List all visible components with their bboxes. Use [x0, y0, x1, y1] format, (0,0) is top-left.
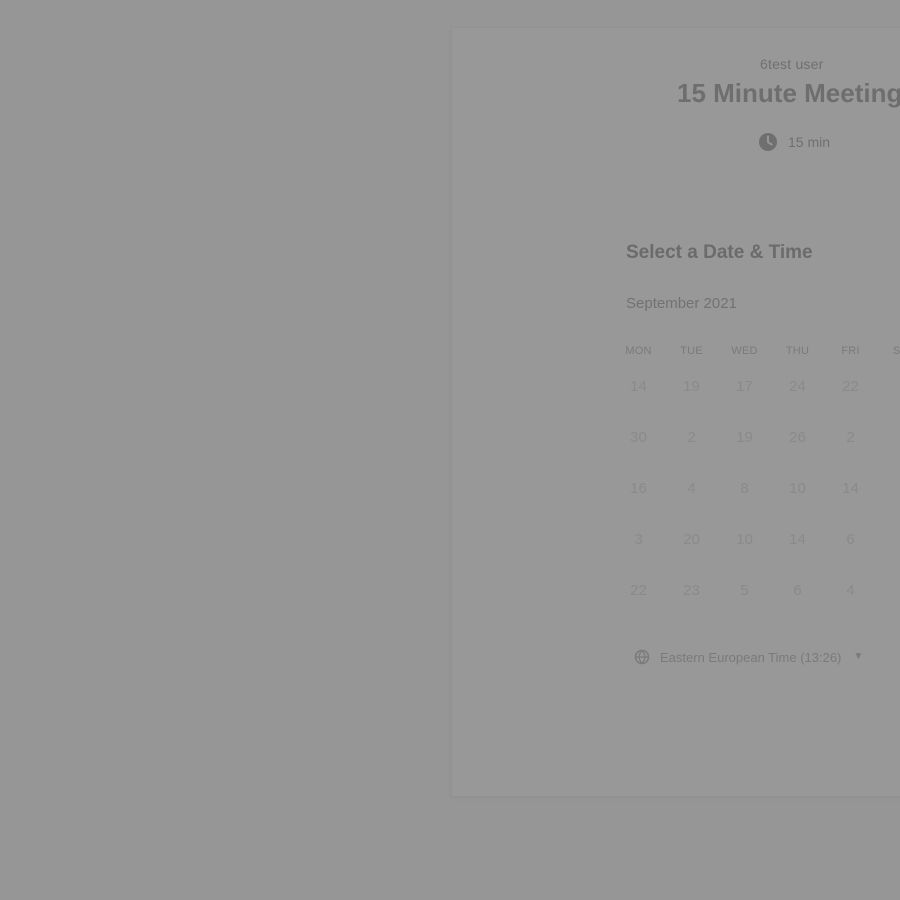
calendar-day[interactable]: 23: [665, 580, 718, 602]
calendar-day[interactable]: 2: [665, 427, 718, 449]
month-label: September 2021: [626, 295, 737, 312]
calendar-day[interactable]: 5: [718, 580, 771, 602]
globe-icon: [634, 649, 650, 665]
weekday-label: SAT: [892, 345, 900, 357]
page-overlay: 6test user 15 Minute Meeting 15 min Sele…: [0, 0, 900, 900]
weekday-label: FRI: [841, 345, 860, 357]
calendar-day[interactable]: 14: [771, 529, 824, 551]
calendar-day[interactable]: 4: [665, 478, 718, 500]
host-name: 6test user: [760, 56, 824, 72]
calendar-day[interactable]: 22: [612, 580, 665, 602]
event-title: 15 Minute Meeting: [677, 78, 900, 108]
calendar-day[interactable]: 19: [665, 376, 718, 398]
calendar-day[interactable]: 2: [877, 529, 900, 551]
clock-icon: [759, 133, 777, 151]
duration-text: 15 min: [788, 134, 831, 150]
calendar-day[interactable]: 14: [824, 478, 877, 500]
calendar-day[interactable]: 1: [877, 478, 900, 500]
weekday-label: WED: [731, 345, 758, 357]
calendar-row: 16 4 8 10 14 1: [612, 478, 900, 529]
calendar-row: 30 2 19 26 2 2: [612, 427, 900, 478]
calendar-grid: 14 19 17 24 22 30 2 19 26 2 2 16 4 8 10 …: [612, 376, 900, 631]
calendar-day[interactable]: 26: [771, 427, 824, 449]
calendar-day[interactable]: 19: [718, 427, 771, 449]
calendar-day[interactable]: 10: [771, 478, 824, 500]
weekday-label: THU: [785, 345, 810, 357]
calendar-row: 22 23 5 6 4: [612, 580, 900, 631]
weekday-label: TUE: [680, 345, 703, 357]
timezone-selector[interactable]: Eastern European Time (13:26) ▼: [634, 649, 863, 665]
calendar-day[interactable]: 20: [665, 529, 718, 551]
calendar-day[interactable]: 3: [612, 529, 665, 551]
event-duration: 15 min: [758, 132, 830, 152]
calendar-day[interactable]: 4: [824, 580, 877, 602]
section-title: Select a Date & Time: [626, 242, 813, 263]
calendar-row: 14 19 17 24 22: [612, 376, 900, 427]
calendar-day[interactable]: 30: [612, 427, 665, 449]
calendar-day[interactable]: 2: [877, 427, 900, 449]
calendar-day[interactable]: 22: [824, 376, 877, 398]
calendar-day[interactable]: 6: [824, 529, 877, 551]
weekday-header: MON TUE WED THU FRI SAT: [612, 345, 900, 357]
calendar-day[interactable]: 24: [771, 376, 824, 398]
calendar-day[interactable]: 16: [612, 478, 665, 500]
timezone-label: Eastern European Time (13:26): [660, 649, 842, 665]
calendar-day[interactable]: 6: [771, 580, 824, 602]
calendar-day[interactable]: 10: [718, 529, 771, 551]
calendar-row: 3 20 10 14 6 2: [612, 529, 900, 580]
chevron-down-icon: ▼: [853, 650, 864, 662]
calendar-day[interactable]: 8: [718, 478, 771, 500]
calendar-day[interactable]: 17: [718, 376, 771, 398]
calendar-day[interactable]: 2: [824, 427, 877, 449]
calendar-day[interactable]: 14: [612, 376, 665, 398]
weekday-label: MON: [625, 345, 652, 357]
